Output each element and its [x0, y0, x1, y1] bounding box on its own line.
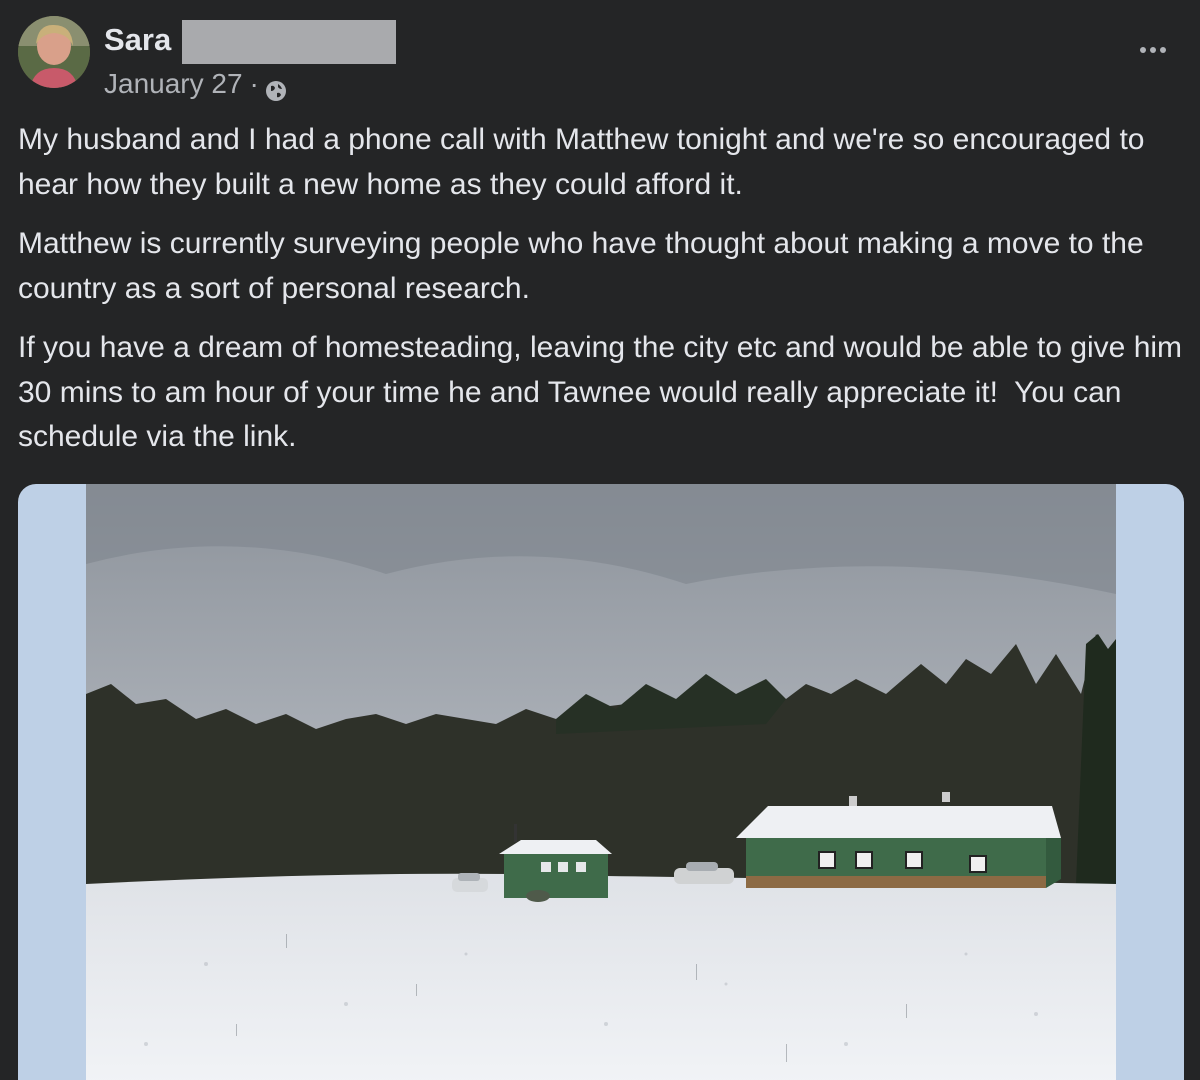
globe-icon[interactable] [265, 75, 287, 101]
post-photo [86, 484, 1116, 1080]
post-paragraph: If you have a dream of homesteading, lea… [18, 331, 1191, 453]
author-avatar[interactable] [18, 16, 90, 88]
post-paragraph: Matthew is currently surveying people wh… [18, 227, 1152, 305]
more-options-button[interactable] [1128, 30, 1178, 70]
post-meta: January 27 · [104, 66, 287, 102]
large-barn-home [736, 792, 1061, 888]
redacted-surname-block [182, 20, 396, 64]
more-options-icon-dot [1160, 47, 1166, 53]
post-photo-frame[interactable] [18, 484, 1184, 1080]
post-date[interactable]: January 27 [104, 66, 243, 102]
more-options-icon-dot [1150, 47, 1156, 53]
avatar-image [18, 16, 90, 88]
more-options-icon [1140, 47, 1146, 53]
author-name[interactable]: Sara [104, 22, 171, 58]
post-body: My husband and I had a phone call with M… [18, 118, 1193, 475]
snowy-homestead-photo [86, 484, 1116, 1080]
post-paragraph: My husband and I had a phone call with M… [18, 123, 1153, 201]
facebook-post: Sara January 27 · My husband and I had a… [0, 0, 1200, 1080]
meta-separator: · [249, 68, 259, 99]
